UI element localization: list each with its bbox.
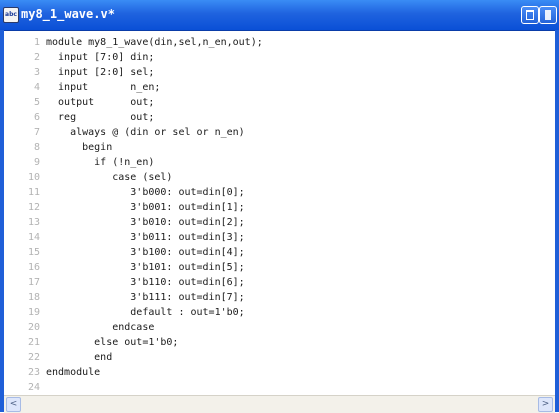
line-number: 18 <box>27 292 40 303</box>
code-line[interactable]: 12 3'b001: out=din[1]; <box>4 200 555 215</box>
code-text[interactable]: reg out; <box>46 110 154 125</box>
code-text[interactable]: input n_en; <box>46 80 160 95</box>
code-text[interactable]: input [7:0] din; <box>46 50 154 65</box>
line-number: 20 <box>27 322 40 333</box>
code-line[interactable]: 4 input n_en; <box>4 80 555 95</box>
code-line[interactable]: 22 end <box>4 350 555 365</box>
code-text[interactable]: endmodule <box>46 365 100 380</box>
code-text[interactable]: else out=1'b0; <box>46 335 178 350</box>
code-text[interactable]: 3'b011: out=din[3]; <box>46 230 244 245</box>
line-number: 23 <box>27 367 40 378</box>
line-number: 17 <box>27 277 40 288</box>
line-number: 6 <box>33 112 40 123</box>
code-text[interactable]: input [2:0] sel; <box>46 65 154 80</box>
code-line[interactable]: 20 endcase <box>4 320 555 335</box>
code-line[interactable]: 11 3'b000: out=din[0]; <box>4 185 555 200</box>
code-line[interactable]: 9 if (!n_en) <box>4 155 555 170</box>
code-line[interactable]: 5 output out; <box>4 95 555 110</box>
scroll-left-arrow-icon[interactable]: < <box>6 397 21 412</box>
code-text[interactable]: endcase <box>46 320 154 335</box>
line-number: 12 <box>27 202 40 213</box>
line-number: 11 <box>27 187 40 198</box>
code-line[interactable]: 24 <box>4 380 555 395</box>
code-text[interactable]: begin <box>46 140 112 155</box>
code-line[interactable]: 23 endmodule <box>4 365 555 380</box>
code-text[interactable]: 3'b110: out=din[6]; <box>46 275 244 290</box>
code-line[interactable]: 14 3'b011: out=din[3]; <box>4 230 555 245</box>
code-line[interactable]: 15 3'b100: out=din[4]; <box>4 245 555 260</box>
scroll-right-arrow-icon[interactable]: > <box>538 397 553 412</box>
code-editor[interactable]: 1 module my8_1_wave(din,sel,n_en,out); 2 i… <box>4 31 555 395</box>
code-text[interactable]: 3'b111: out=din[7]; <box>46 290 244 305</box>
code-line[interactable]: 13 3'b010: out=din[2]; <box>4 215 555 230</box>
code-line[interactable]: 19 default : out=1'b0; <box>4 305 555 320</box>
line-number: 22 <box>27 352 40 363</box>
line-number: 16 <box>27 262 40 273</box>
code-text[interactable]: 3'b010: out=din[2]; <box>46 215 244 230</box>
line-number: 24 <box>27 382 40 393</box>
code-text[interactable]: end <box>46 350 112 365</box>
code-line[interactable]: 6 reg out; <box>4 110 555 125</box>
line-number: 14 <box>27 232 40 243</box>
code-line[interactable]: 1 module my8_1_wave(din,sel,n_en,out); <box>4 35 555 50</box>
line-number: 15 <box>27 247 40 258</box>
code-line[interactable]: 3 input [2:0] sel; <box>4 65 555 80</box>
line-number: 8 <box>33 142 40 153</box>
abc-text-file-icon: abc <box>3 7 19 23</box>
restore-button[interactable] <box>521 6 539 24</box>
code-line[interactable]: 8 begin <box>4 140 555 155</box>
code-line[interactable]: 10 case (sel) <box>4 170 555 185</box>
code-line[interactable]: 17 3'b110: out=din[6]; <box>4 275 555 290</box>
code-line[interactable]: 2 input [7:0] din; <box>4 50 555 65</box>
code-line[interactable]: 7 always @ (din or sel or n_en) <box>4 125 555 140</box>
line-number: 3 <box>33 67 40 78</box>
code-text[interactable]: module my8_1_wave(din,sel,n_en,out); <box>46 35 263 50</box>
line-number: 2 <box>33 52 40 63</box>
window-title: my8_1_wave.v* <box>21 7 115 21</box>
code-text[interactable]: always @ (din or sel or n_en) <box>46 125 245 140</box>
line-number: 1 <box>33 37 40 48</box>
code-text[interactable]: case (sel) <box>46 170 172 185</box>
code-text[interactable]: 3'b001: out=din[1]; <box>46 200 244 215</box>
line-number: 21 <box>27 337 40 348</box>
code-text[interactable]: if (!n_en) <box>46 155 154 170</box>
window-frame-right <box>555 30 559 412</box>
line-number: 13 <box>27 217 40 228</box>
horizontal-scrollbar[interactable]: < > <box>4 395 555 413</box>
code-line[interactable]: 21 else out=1'b0; <box>4 335 555 350</box>
line-number: 5 <box>33 97 40 108</box>
code-text[interactable]: output out; <box>46 95 154 110</box>
line-number: 9 <box>33 157 40 168</box>
code-text[interactable]: default : out=1'b0; <box>46 305 244 320</box>
line-number: 7 <box>33 127 40 138</box>
code-text[interactable]: 3'b000: out=din[0]; <box>46 185 244 200</box>
title-bar[interactable]: abc my8_1_wave.v* <box>0 0 559 31</box>
line-number: 19 <box>27 307 40 318</box>
code-line[interactable]: 16 3'b101: out=din[5]; <box>4 260 555 275</box>
close-window-icon <box>545 10 551 20</box>
code-line[interactable]: 18 3'b111: out=din[7]; <box>4 290 555 305</box>
close-button[interactable] <box>539 6 557 24</box>
code-text[interactable]: 3'b100: out=din[4]; <box>46 245 244 260</box>
code-text[interactable]: 3'b101: out=din[5]; <box>46 260 244 275</box>
line-number: 10 <box>27 172 40 183</box>
restore-window-icon <box>526 10 534 20</box>
line-number: 4 <box>33 82 40 93</box>
